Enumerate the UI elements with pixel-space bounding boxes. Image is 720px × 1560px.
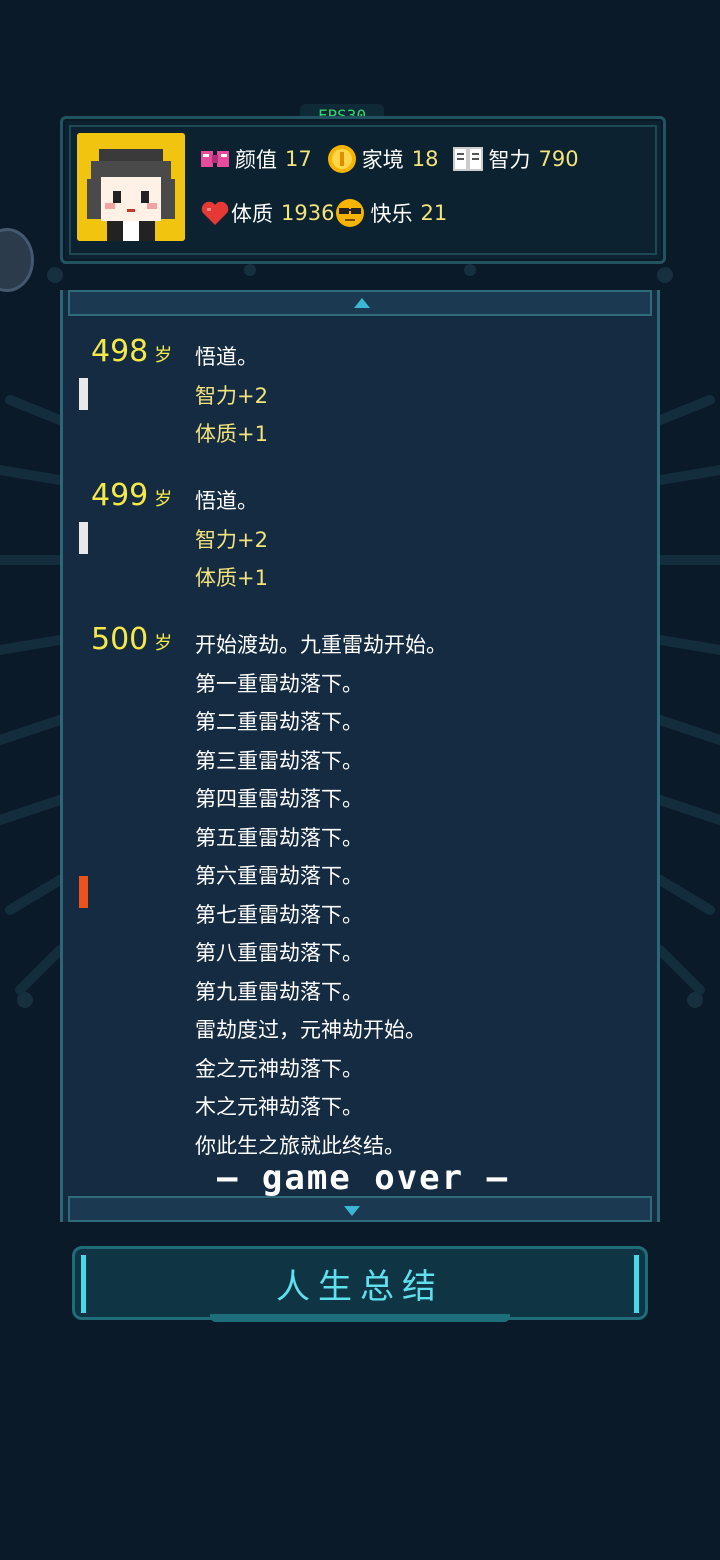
stat-happiness: 快乐 21	[334, 197, 447, 229]
event-text: 第一重雷劫落下。	[195, 671, 363, 696]
event-text: 金之元神劫落下。	[195, 1056, 363, 1081]
game-over-banner: — game over —	[216, 1158, 510, 1198]
event-text: 第五重雷劫落下。	[195, 825, 363, 850]
event-text: 雷劫度过，元神劫开始。	[195, 1018, 426, 1042]
event-text: 第二重雷劫落下。	[195, 710, 363, 734]
heart-icon	[199, 197, 231, 229]
coin-icon	[326, 143, 358, 175]
event-text: 第四重雷劫落下。	[195, 787, 363, 811]
button-underline	[210, 1314, 510, 1322]
stat-change: 体质+1	[195, 422, 268, 446]
scroll-up-button[interactable]	[68, 290, 652, 316]
event-text: 开始渡劫。九重雷劫开始。	[195, 633, 447, 657]
event-marker	[79, 522, 88, 554]
event-text: 第三重雷劫落下。	[195, 748, 363, 773]
life-summary-button[interactable]: 人生总结	[72, 1246, 648, 1320]
event-marker	[79, 876, 88, 908]
event-text: 第六重雷劫落下。	[195, 864, 363, 888]
age-label: 500 岁	[91, 622, 173, 657]
stat-intellect: 智力 790	[452, 143, 579, 175]
arrow-down-icon	[344, 1206, 360, 1216]
sunglasses-face-icon	[334, 197, 366, 229]
attributes-panel: 颜值 17 家境 18 智力 790 体质 1936 快乐 21	[60, 116, 666, 264]
arrow-up-icon	[354, 298, 370, 308]
bow-icon	[199, 143, 231, 175]
event-text: 悟道。	[195, 489, 258, 513]
stat-change: 智力+2	[195, 527, 268, 552]
stat-change: 体质+1	[195, 566, 268, 590]
scroll-down-button[interactable]	[68, 1196, 652, 1222]
event-text: 木之元神劫落下。	[195, 1095, 363, 1119]
stat-physique: 体质 1936	[199, 197, 334, 229]
event-text: 悟道。	[195, 345, 258, 369]
stat-family: 家境 18	[326, 143, 438, 175]
event-marker	[79, 378, 88, 410]
side-floating-button[interactable]	[0, 228, 34, 292]
event-text: 第九重雷劫落下。	[195, 979, 363, 1004]
book-icon	[452, 143, 484, 175]
event-text: 第八重雷劫落下。	[195, 941, 363, 965]
stat-appearance: 颜值 17	[199, 143, 312, 175]
stat-change: 智力+2	[195, 383, 268, 408]
age-label: 499 岁	[91, 478, 173, 513]
age-label: 498 岁	[91, 334, 173, 369]
event-text: 第七重雷劫落下。	[195, 902, 363, 927]
avatar	[77, 133, 185, 241]
life-log-panel[interactable]: 498 岁 悟道。 智力+2 体质+1 499 岁 悟道。 智力+2 体质+1 50…	[60, 290, 660, 1222]
